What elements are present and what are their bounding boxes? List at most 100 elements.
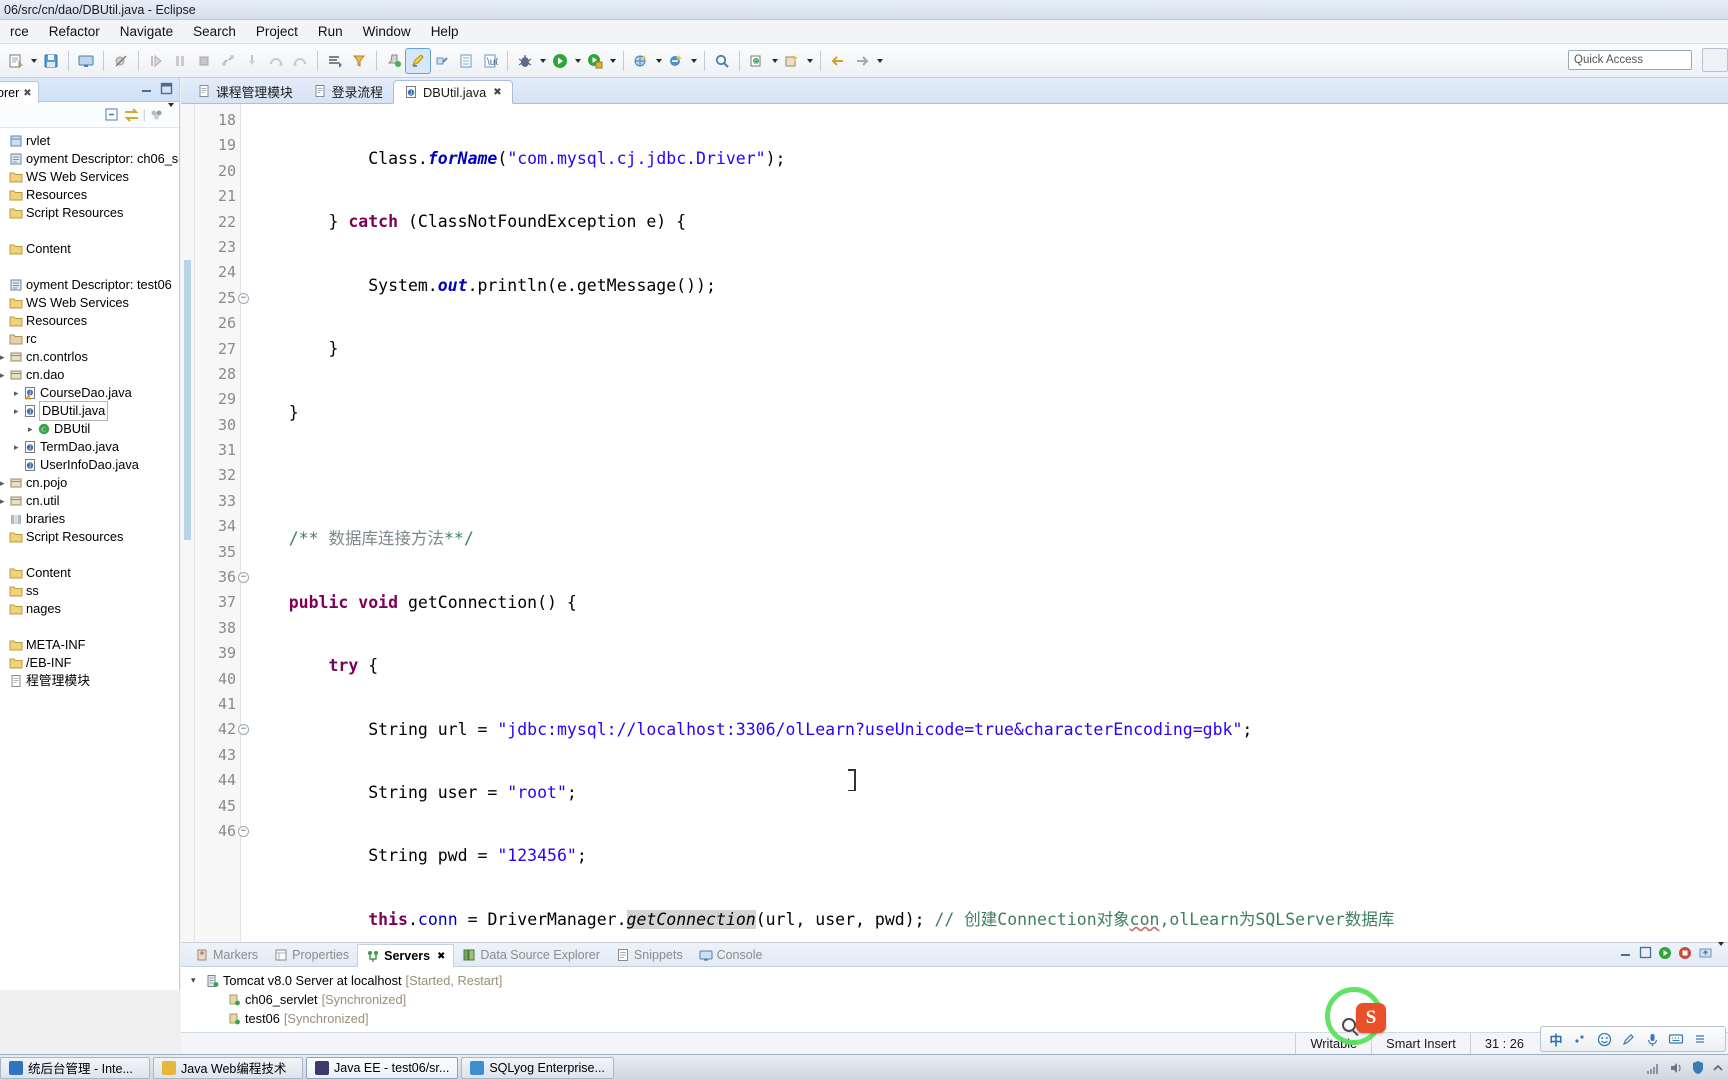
tree-item-ss[interactable]: ss (0, 582, 179, 600)
tree-item-termdao-java[interactable]: ▸ J TermDao.java (0, 438, 179, 456)
code-text-area[interactable]: Class.forName("com.mysql.cj.jdbc.Driver"… (241, 104, 1728, 976)
terminate-icon[interactable] (192, 49, 216, 73)
expand-arrow-icon[interactable]: ▸ (14, 384, 23, 402)
search-icon[interactable] (347, 49, 371, 73)
new-icon[interactable] (4, 49, 28, 73)
tree-item-resources[interactable]: Resources (0, 186, 179, 204)
filter-icon[interactable] (149, 107, 165, 123)
server-tree[interactable]: ▾ Tomcat v8.0 Server at localhost [Started… (181, 967, 1728, 1028)
tree-item-ws-web-services[interactable]: WS Web Services (0, 168, 179, 186)
save-icon[interactable] (39, 49, 63, 73)
menu-item-navigate[interactable]: Navigate (110, 22, 183, 41)
tree-item-dbutil-java[interactable]: ▸ J DBUtil.java (0, 401, 179, 421)
publish-icon[interactable] (1698, 946, 1713, 961)
next-annotation-icon[interactable] (323, 49, 347, 73)
expand-arrow-icon[interactable]: ▾ (191, 971, 201, 990)
editor-tab-2[interactable]: 登录流程 (303, 79, 393, 103)
tree-item-eb-inf[interactable]: /EB-INF (0, 654, 179, 672)
highlight-icon[interactable] (405, 47, 431, 74)
network-icon[interactable] (1645, 1061, 1661, 1075)
new-server-icon[interactable] (664, 49, 688, 73)
expand-arrow-icon[interactable]: ▸ (28, 420, 37, 438)
new-dropdown-caret[interactable] (28, 49, 39, 73)
new-web-caret[interactable] (653, 49, 664, 73)
server-row-tomcat-v8-0-server-at-localhost[interactable]: ▾ Tomcat v8.0 Server at localhost [Started… (191, 971, 1728, 990)
step-over-icon[interactable] (264, 49, 288, 73)
view-menu-icon[interactable] (168, 103, 174, 122)
maximize-icon[interactable] (1638, 946, 1653, 961)
tree-item-meta-inf[interactable]: META-INF (0, 636, 179, 654)
menu-item-search[interactable]: Search (183, 22, 246, 41)
ime-language-indicator[interactable]: 中 (1547, 1030, 1565, 1048)
smiley-icon[interactable] (1595, 1030, 1613, 1048)
run-icon[interactable] (548, 49, 572, 73)
taskbar-button-4[interactable]: SQLyog Enterprise... (461, 1056, 614, 1079)
run-on-server-icon[interactable] (583, 49, 607, 73)
debug-icon[interactable] (513, 49, 537, 73)
explorer-tab[interactable]: orer ✖ (0, 80, 39, 103)
minimize-icon[interactable] (140, 83, 153, 94)
pen-icon[interactable] (1619, 1030, 1637, 1048)
keyboard-icon[interactable] (1667, 1030, 1685, 1048)
close-icon[interactable]: ✖ (23, 88, 31, 99)
expand-arrow-icon[interactable]: ▸ (0, 474, 9, 492)
menu-item-help[interactable]: Help (421, 22, 469, 41)
punctuation-icon[interactable] (1571, 1030, 1589, 1048)
search-files-icon[interactable] (710, 49, 734, 73)
maximize-icon[interactable] (160, 82, 173, 95)
tree-item-nages[interactable]: nages (0, 600, 179, 618)
debug-display-icon[interactable] (74, 49, 98, 73)
bottom-tab-data-source-explorer[interactable]: Data Source Explorer (454, 946, 608, 964)
sogou-ime-icon[interactable]: S (1356, 1003, 1386, 1033)
run-dropdown-caret[interactable] (572, 49, 583, 73)
menu-item-project[interactable]: Project (246, 22, 308, 41)
bottom-tab-markers[interactable]: Markers (187, 946, 266, 964)
expand-arrow-icon[interactable]: ▸ (14, 438, 23, 456)
expand-arrow-icon[interactable]: ▸ (14, 402, 23, 420)
bottom-tab-snippets[interactable]: Snippets (608, 946, 691, 964)
minimize-icon[interactable] (1618, 946, 1633, 961)
bottom-tab-console[interactable]: Console (691, 946, 771, 964)
tree-item-rc[interactable]: rc (0, 330, 179, 348)
tree-item-cn-contrlos[interactable]: ▸ cn.contrlos (0, 348, 179, 366)
tree-item-coursedao-java[interactable]: ▸ J CourseDao.java (0, 384, 179, 402)
microphone-icon[interactable] (1643, 1030, 1661, 1048)
menu-item-refactor[interactable]: Refactor (39, 22, 110, 41)
new-class-icon[interactable]: C (745, 49, 769, 73)
close-icon[interactable]: ✖ (493, 87, 501, 98)
new-server-caret[interactable] (688, 49, 699, 73)
editor-tab-1[interactable]: 课程管理模块 (187, 79, 303, 103)
start-server-icon[interactable] (1658, 946, 1673, 961)
tree-item-dbutil[interactable]: ▸ C DBUtil (0, 420, 179, 438)
open-perspective-button[interactable] (1702, 48, 1728, 72)
collapse-all-icon[interactable] (104, 107, 120, 123)
quick-access-input[interactable]: Quick Access (1568, 50, 1692, 70)
run-on-server-caret[interactable] (607, 49, 618, 73)
close-icon[interactable]: ✖ (437, 951, 445, 962)
step-into-icon[interactable] (240, 49, 264, 73)
skip-breakpoints-icon[interactable] (109, 49, 133, 73)
link-with-editor-icon[interactable] (123, 107, 140, 123)
link-icon[interactable] (430, 49, 454, 73)
resume-icon[interactable] (144, 49, 168, 73)
pin-icon[interactable] (382, 49, 406, 73)
taskbar-button-2[interactable]: Java Web编程技术 (153, 1056, 303, 1079)
tree-item-[interactable]: 程管理模块 (0, 672, 179, 690)
tree-item-script-resources[interactable]: Script Resources (0, 528, 179, 546)
new-web-project-icon[interactable] (629, 49, 653, 73)
tree-item-ws-web-services[interactable]: WS Web Services (0, 294, 179, 312)
suspend-icon[interactable] (168, 49, 192, 73)
new-package-caret[interactable] (804, 49, 815, 73)
menu-item-window[interactable]: Window (353, 22, 421, 41)
server-row-test06[interactable]: test06 [Synchronized] (191, 1009, 1728, 1028)
new-class-caret[interactable] (769, 49, 780, 73)
menu-item-run[interactable]: Run (308, 22, 353, 41)
tree-item-content[interactable]: Content (0, 240, 179, 258)
tree-item-cn-dao[interactable]: ▸ cn.dao (0, 366, 179, 384)
shield-icon[interactable] (1691, 1060, 1705, 1075)
volume-icon[interactable] (1668, 1061, 1684, 1075)
tree-item-oyment-descriptor-test06[interactable]: oyment Descriptor: test06 (0, 276, 179, 294)
tree-item-oyment-descriptor-ch06-servlet[interactable]: oyment Descriptor: ch06_servlet (0, 150, 179, 168)
editor-tab-3[interactable]: J DBUtil.java ✖ (392, 80, 513, 104)
server-row-ch06-servlet[interactable]: ch06_servlet [Synchronized] (191, 990, 1728, 1009)
